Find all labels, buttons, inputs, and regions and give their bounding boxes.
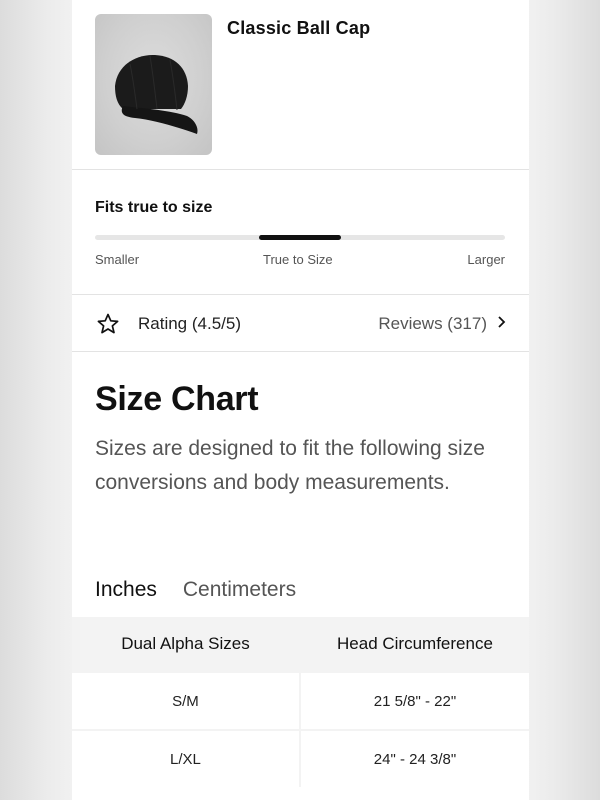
reviews-label: Reviews (317) [378, 314, 487, 333]
size-chart-description: Sizes are designed to fit the following … [95, 437, 485, 494]
size-table: Dual Alpha Sizes Head Circumference S/M … [72, 617, 529, 787]
fit-section: Fits true to size Smaller True to Size L… [72, 170, 529, 295]
column-header-sizes: Dual Alpha Sizes [72, 617, 300, 672]
fit-title: Fits true to size [95, 199, 213, 216]
rating-row[interactable]: Rating (4.5/5) Reviews (317) [72, 295, 529, 352]
table-row: S/M 21 5/8" - 22" [72, 671, 529, 730]
table-row: L/XL 24" - 24 3/8" [72, 729, 529, 787]
size-fit-panel: Classic Ball Cap Fits true to size Small… [72, 0, 529, 800]
column-header-head-circumference: Head Circumference [298, 617, 529, 672]
fit-label-smaller: Smaller [95, 252, 140, 267]
table-cell-circumference: 21 5/8" - 22" [298, 671, 529, 730]
product-name: Classic Ball Cap [227, 18, 371, 38]
fit-scale-track [95, 235, 505, 240]
tab-inches[interactable]: Inches [95, 578, 157, 620]
cap-image-icon [115, 54, 198, 134]
product-image [95, 14, 212, 155]
star-icon [96, 312, 120, 341]
product-header: Classic Ball Cap [72, 0, 529, 170]
table-header-row: Dual Alpha Sizes Head Circumference [72, 617, 529, 672]
size-chart-title: Size Chart [95, 380, 259, 418]
fit-label-true-to-size: True to Size [263, 252, 333, 267]
table-cell-size: S/M [72, 671, 300, 730]
chevron-right-icon [497, 314, 507, 334]
fit-indicator [259, 235, 341, 240]
reviews-link[interactable]: Reviews (317) [378, 314, 507, 334]
tab-centimeters[interactable]: Centimeters [183, 578, 296, 612]
table-cell-size: L/XL [72, 729, 300, 787]
rating-label: Rating (4.5/5) [138, 314, 241, 333]
unit-tabs: Inches Centimeters [95, 578, 296, 620]
fit-label-larger: Larger [467, 252, 505, 267]
table-cell-circumference: 24" - 24 3/8" [298, 729, 529, 787]
